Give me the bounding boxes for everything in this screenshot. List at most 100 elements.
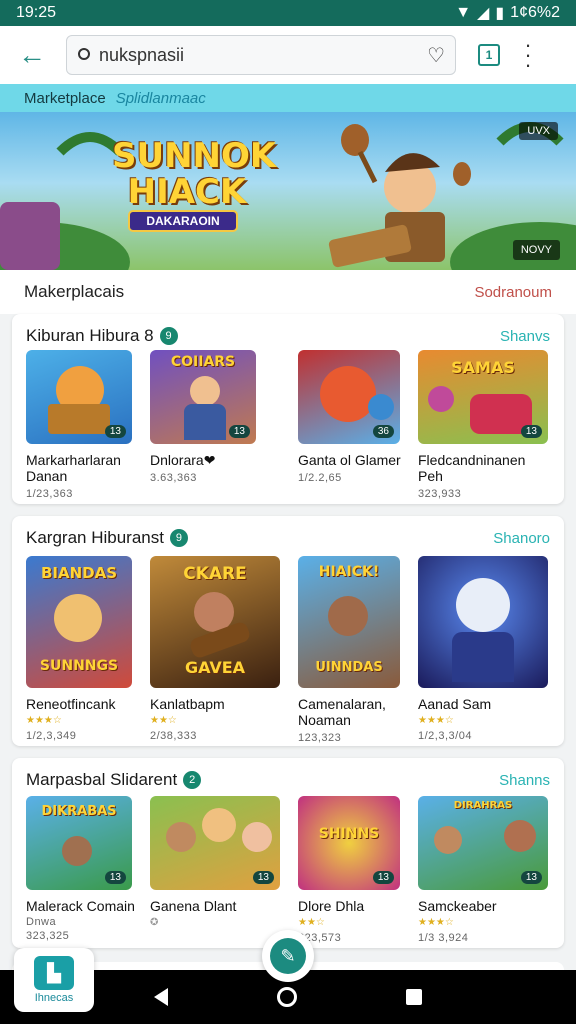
status-bar: 19:25 ▼ ◢ ▮ 1¢6%2 [0,0,576,26]
character-art [202,808,236,842]
section-badge: 9 [159,327,178,345]
game-card[interactable]: HIAICK! UINNDAS Camenalaran, Noaman 123,… [298,556,428,744]
hero-banner[interactable]: SUNNOK HIACK DAKARAOIN UVX NOVY [0,112,576,270]
card-meta: 1/2.2,65 [298,472,342,484]
character-art [166,822,196,852]
character-art [504,820,536,852]
game-card[interactable]: COIIARS 13 Dnlorara❤ 3.63,363 [150,350,280,484]
card-art-title: COIIARS [170,354,236,370]
nav-back-icon[interactable] [154,988,169,1006]
card-rank-badge: 13 [252,871,274,884]
search-icon [78,48,90,60]
section-card-list: Marpasbal Slidarent 2 Shanns DIKRABAS 13… [12,758,564,948]
back-arrow-icon[interactable]: ← [12,35,52,75]
card-meta: 323,933 [418,488,462,500]
rating-stars: ★★★☆ [418,715,454,726]
crate-art [48,404,110,434]
bottom-app-shortcut[interactable]: ▙ Ihnecas [14,948,94,1012]
section-card-list: Kargran Hiburanst 9 Shanoro BIANDAS SUNN… [12,516,564,746]
nav-home-icon[interactable] [276,987,297,1007]
ball-art [368,394,394,420]
battery-level: 1¢6%2 [510,4,560,21]
character-art [62,836,92,866]
store-icon: ▙ [34,956,74,990]
game-thumbnail: BIANDAS SUNNNGS [26,556,132,688]
signal-icon: ◢ [477,5,490,22]
heart-icon[interactable]: ♡ [427,43,445,68]
card-art-title: CKARE [183,564,247,584]
card-art-title: DIKRABAS [41,804,117,819]
card-meta: 123,323 [298,732,342,744]
game-card[interactable]: BIANDAS SUNNNGS Reneotfincank ★★★☆ 1/2,3… [26,556,156,742]
section-title: Marpasbal Slidarent [26,770,178,789]
card-art-title: HIAICK! [318,564,380,580]
game-thumbnail: HIAICK! UINNDAS [298,556,400,688]
card-meta: 1/23,363 [26,488,73,500]
card-rank-badge: 13 [520,871,542,884]
card-rank-badge: 36 [372,425,394,438]
game-card[interactable]: 13 Ganena Dlant ✪ [150,796,280,928]
nav-recents-icon[interactable] [405,989,422,1005]
card-rank-badge: 13 [104,871,126,884]
game-thumbnail: COIIARS 13 [150,350,256,444]
character-art [54,594,102,642]
section-see-all[interactable]: Shanoro [493,530,550,547]
battery-icon: ▮ [495,5,505,22]
character-art [434,826,462,854]
card-title: Kanlatbapm [150,696,225,712]
game-card[interactable]: SHINNS 13 Dlore Dhla ★★☆ 223,573 [298,796,428,944]
search-input[interactable] [99,44,419,66]
card-meta: 1/2,3,3/04 [418,730,472,742]
section-title: Kargran Hiburanst [26,528,164,547]
section-see-all[interactable]: Shanns [499,772,550,789]
card-meta: 223,573 [298,932,342,944]
wifi-icon: ▼ [455,4,472,21]
game-card[interactable]: 13 Markarharlaran Danan 1/23,363 [26,350,156,500]
marketplace-link[interactable]: Sodranoum [474,284,552,301]
section-title: Kiburan Hibura 8 [26,326,154,345]
marketplace-title: Makerplacais [24,282,125,301]
card-title: Reneotfincank [26,696,116,712]
card-title: Ganta ol Glamer [298,452,401,468]
section-header: Marpasbal Slidarent 2 Shanns [26,766,550,794]
hero-tag-top: UVX [519,122,558,140]
creature-art [428,386,454,412]
card-meta: 323,325 [26,930,70,942]
game-card[interactable]: SAMAS 13 Fledcandninanen Peh 323,933 [418,350,548,500]
card-rank-badge: 13 [372,871,394,884]
hero-title-line2: HIACK [127,172,247,212]
game-card[interactable]: DIKRABAS 13 Malerack Comain Dnwa 323,325 [26,796,156,942]
edit-icon: ✎ [270,938,306,974]
search-box[interactable]: ♡ [66,35,456,75]
card-title: Aanad Sam [418,696,492,712]
section-header: Kiburan Hibura 8 9 Shanvs [26,322,550,350]
card-meta: 2/38,333 [150,730,197,742]
card-meta: 3.63,363 [150,472,197,484]
more-vert-icon[interactable]: · · · [518,34,538,76]
bookmark-icon[interactable]: 1 [478,44,500,66]
card-title: Markarharlaran Danan [26,452,121,484]
card-title: Dnlorara❤ [150,452,216,468]
tab-marketplace[interactable]: Marketplace [24,90,106,107]
card-meta: 1/2,3,349 [26,730,77,742]
game-thumbnail: 13 [26,350,132,444]
rating-stars: ★★☆ [150,715,177,726]
game-card[interactable]: 36 Ganta ol Glamer 1/2.2,65 [298,350,428,484]
card-rank-badge: 13 [520,425,542,438]
game-card[interactable]: DIRAHRAS 13 Samckeaber ★★★☆ 1/3 3,924 [418,796,548,944]
hero-tag-bottom: NOVY [512,240,560,260]
fab-button[interactable]: ✎ [262,930,314,982]
game-thumbnail: SHINNS 13 [298,796,400,890]
card-meta: 1/3 3,924 [418,932,469,944]
game-card[interactable]: Aanad Sam ★★★☆ 1/2,3,3/04 [418,556,548,742]
section-see-all[interactable]: Shanvs [500,328,550,345]
game-card[interactable]: CKARE GAVEA Kanlatbapm ★★☆ 2/38,333 [150,556,280,742]
tab-secondary[interactable]: Splidlanmaac [116,90,206,107]
hero-title-line1: SUNNOK [112,136,277,176]
marketplace-header: Makerplacais Sodranoum [0,270,576,314]
character-body-art [184,404,226,440]
section-header: Kargran Hiburanst 9 Shanoro [26,524,550,552]
card-title: Fledcandninanen Peh [418,452,526,484]
card-art-title: SAMAS [451,358,515,377]
character-art [190,376,220,406]
